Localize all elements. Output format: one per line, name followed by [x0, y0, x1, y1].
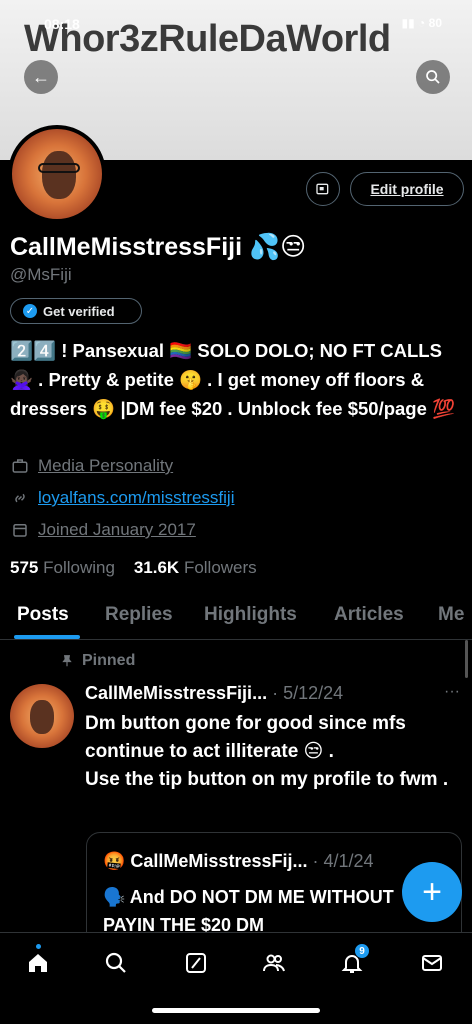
get-verified-button[interactable]: ✓ Get verified [10, 298, 142, 324]
home-icon [29, 954, 47, 972]
status-bar: 08:18 ▮▮ ◔ 80 [44, 14, 442, 34]
handle: @MsFiji [10, 265, 72, 284]
following-count: 575 [10, 558, 39, 577]
tab-articles[interactable]: Articles [334, 604, 404, 626]
profile-tabs: Posts Replies Highlights Articles Me [0, 598, 472, 640]
display-name: CallMeMisstressFiji 💦😒 [10, 233, 307, 261]
profile-avatar[interactable] [8, 125, 106, 223]
pinned-label: Pinned [82, 652, 136, 669]
tweet-line-1: Dm button gone for good since mfs contin… [85, 713, 406, 762]
tweet-author-name[interactable]: CallMeMisstressFiji... [85, 683, 267, 703]
edit-profile-button[interactable]: Edit profile [350, 172, 464, 206]
search-button[interactable] [416, 60, 450, 94]
notifications-badge: 9 [354, 943, 370, 959]
tab-posts[interactable]: Posts [17, 604, 69, 626]
tweet-avatar[interactable] [10, 684, 74, 748]
arrow-left-icon: ← [32, 66, 50, 87]
envelope-icon [422, 955, 442, 971]
search-icon [426, 70, 440, 84]
nav-home[interactable] [22, 944, 54, 979]
joined-row: Joined January 2017 [10, 520, 196, 540]
nav-messages[interactable] [416, 947, 448, 979]
nav-grok[interactable] [180, 947, 212, 979]
quote-text: 🗣️ And DO NOT DM ME WITHOUT PAYIN THE $2… [103, 887, 394, 935]
avatar-face [30, 700, 54, 734]
joined-label: Joined January 2017 [38, 520, 196, 539]
website-row: loyalfans.com/misstressfiji [10, 488, 235, 508]
verified-check-icon: ✓ [23, 304, 37, 318]
nav-notifications[interactable]: 9 [336, 943, 370, 979]
grok-icon [186, 953, 206, 973]
search-icon [105, 952, 126, 973]
website-link[interactable]: loyalfans.com/misstressfiji [38, 488, 235, 508]
pinned-indicator: Pinned [60, 652, 135, 670]
tab-media[interactable]: Me [438, 604, 464, 626]
bio: 2️⃣4️⃣ ! Pansexual 🏳️‍🌈 SOLO DOLO; NO FT… [10, 340, 456, 419]
get-verified-label: Get verified [43, 303, 115, 319]
active-tab-indicator [14, 635, 80, 639]
new-content-dot [36, 944, 41, 949]
nav-search[interactable] [100, 947, 132, 979]
link-icon [15, 493, 25, 503]
briefcase-icon [12, 459, 28, 473]
nav-communities[interactable] [258, 947, 290, 979]
following-label: Following [43, 558, 115, 577]
category-label: Media Personality [38, 456, 174, 475]
scrollbar[interactable] [465, 640, 468, 678]
tweet-text: Dm button gone for good since mfs contin… [85, 710, 465, 794]
status-time: 08:18 [44, 16, 80, 32]
people-icon [263, 954, 285, 972]
tweet-date: · 5/12/24 [272, 683, 344, 703]
tab-highlights[interactable]: Highlights [204, 604, 297, 626]
pin-icon [62, 655, 72, 667]
follow-counts: 575 Following 31.6K Followers [10, 558, 257, 578]
tweet-line-2: Use the tip button on my profile to fwm … [85, 769, 449, 790]
analytics-button[interactable] [306, 172, 340, 206]
tab-replies[interactable]: Replies [105, 604, 173, 626]
avatar-glasses [38, 163, 80, 173]
followers-count: 31.6K [133, 558, 180, 577]
plus-icon: + [422, 872, 442, 911]
back-button[interactable]: ← [24, 60, 58, 94]
calendar-icon [13, 524, 27, 537]
following-link[interactable]: 575 Following [10, 558, 115, 577]
quote-header: 🤬 CallMeMisstressFij... · 4/1/24 [103, 851, 374, 872]
home-indicator[interactable] [152, 1008, 320, 1013]
avatar-face [42, 151, 76, 199]
tweet-header: CallMeMisstressFiji... · 5/12/24 [85, 683, 343, 704]
quote-author-name: 🤬 CallMeMisstressFij... [103, 851, 308, 871]
status-icons: ▮▮ ◔ 80 [401, 16, 442, 30]
followers-label: Followers [183, 558, 257, 577]
more-options-icon[interactable]: ··· [444, 683, 460, 701]
compose-post-button[interactable]: + [402, 862, 462, 922]
followers-link[interactable]: 31.6K Followers [134, 558, 257, 577]
category-row: Media Personality [10, 456, 173, 476]
image-gallery-icon [316, 183, 329, 195]
quote-date: · 4/1/24 [312, 851, 374, 871]
